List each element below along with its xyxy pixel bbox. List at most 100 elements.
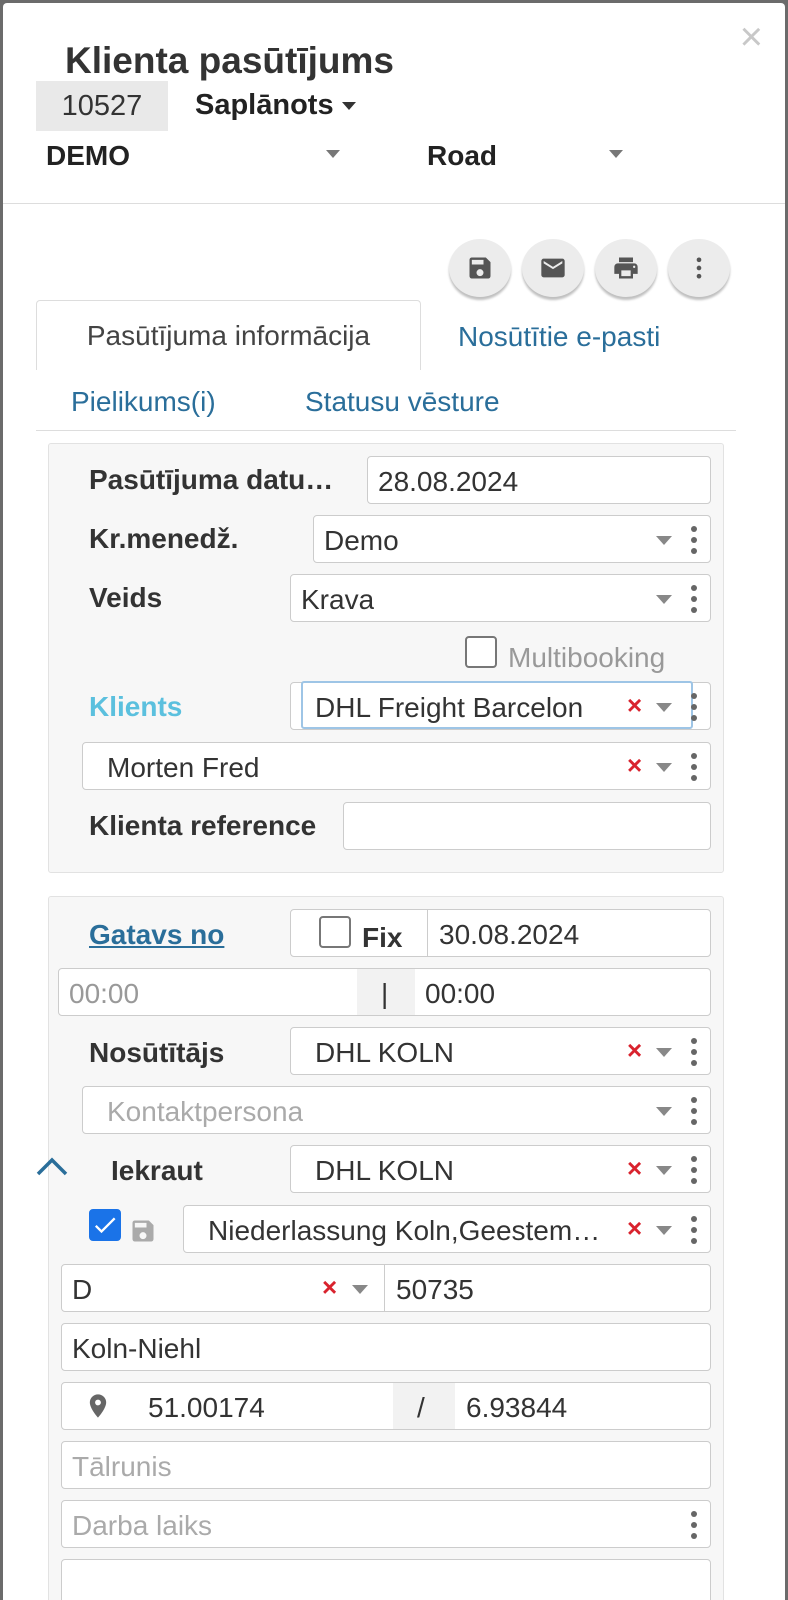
type-label: Veids [89, 582, 163, 613]
time-separator: | [381, 978, 389, 1009]
multibooking-label: Multibooking [508, 642, 666, 673]
chevron-down-icon[interactable] [656, 1107, 672, 1116]
page-title: Klienta pasūtījums [65, 40, 394, 81]
coord-separator: / [417, 1392, 425, 1423]
fix-checkbox[interactable] [319, 916, 351, 948]
manager-select[interactable]: Demo [313, 515, 711, 563]
clear-icon[interactable]: × [627, 1213, 642, 1244]
save-button[interactable] [449, 239, 511, 297]
more-vertical-icon[interactable] [691, 585, 697, 613]
next-field[interactable] [61, 1559, 711, 1600]
order-info-panel: Pasūtījuma datu… 28.08.2024 Kr.menedž. D… [48, 443, 724, 873]
postcode-value[interactable]: 50735 [396, 1274, 474, 1306]
status-dropdown[interactable]: Saplānots [195, 89, 356, 122]
ready-date-value[interactable]: 30.08.2024 [439, 919, 579, 951]
latitude-value[interactable]: 51.00174 [148, 1392, 265, 1424]
clear-icon[interactable]: × [627, 1153, 642, 1184]
email-button[interactable] [522, 239, 584, 297]
clear-icon[interactable]: × [322, 1272, 337, 1303]
check-icon [94, 1217, 116, 1234]
client-select[interactable]: DHL Freight Barcelon × [290, 681, 711, 730]
more-vertical-icon[interactable] [691, 1216, 697, 1244]
print-button[interactable] [595, 239, 657, 297]
more-vertical-icon [696, 257, 702, 279]
more-button[interactable] [668, 239, 730, 297]
client-ref-input[interactable] [343, 802, 711, 850]
divider [384, 1265, 385, 1311]
working-hours-placeholder: Darba laiks [72, 1510, 213, 1541]
more-vertical-icon[interactable] [691, 526, 697, 554]
more-vertical-icon[interactable] [691, 753, 697, 781]
loading-panel: Gatavs no Fix 30.08.2024 00:00 | 00:00 N… [36, 896, 724, 1600]
chevron-down-icon [341, 102, 356, 111]
order-number: 10527 [36, 81, 168, 131]
tab-status-history[interactable]: Statusu vēsture [305, 386, 500, 418]
address-select[interactable]: Niederlassung Koln,Geestem… × [183, 1205, 711, 1253]
country-postcode-group: D × 50735 [61, 1264, 711, 1312]
more-vertical-icon[interactable] [691, 1097, 697, 1125]
more-vertical-icon[interactable] [691, 1156, 697, 1184]
working-hours-input[interactable]: Darba laiks [61, 1500, 711, 1548]
close-icon[interactable]: × [740, 17, 763, 57]
client-ref-label: Klienta reference [89, 810, 317, 841]
chevron-down-icon[interactable] [656, 703, 672, 712]
clear-icon[interactable]: × [627, 690, 642, 721]
phone-input[interactable]: Tālrunis [61, 1441, 711, 1489]
longitude-value[interactable]: 6.93844 [466, 1392, 567, 1424]
contact-person-select[interactable]: Kontaktpersona [82, 1086, 711, 1134]
ready-from-link[interactable]: Gatavs no [89, 919, 224, 951]
order-modal: × Klienta pasūtījums 10527 Saplānots DEM… [3, 3, 785, 1600]
order-date-value: 28.08.2024 [378, 466, 519, 497]
order-date-field[interactable]: 28.08.2024 [367, 456, 711, 504]
ready-date-group: Fix 30.08.2024 [290, 909, 711, 957]
tab-sent-emails[interactable]: Nosūtītie e-pasti [458, 321, 660, 353]
client-label: Klients [89, 691, 183, 722]
chevron-down-icon[interactable] [326, 150, 340, 158]
printer-icon [614, 257, 638, 279]
chevron-up-icon[interactable] [35, 1155, 69, 1177]
clear-icon[interactable]: × [627, 750, 642, 781]
clear-icon[interactable]: × [627, 1035, 642, 1066]
load-label: Iekraut [111, 1155, 203, 1186]
chevron-down-icon[interactable] [656, 1226, 672, 1235]
tab-order-info[interactable]: Pasūtījuma informācija [36, 300, 421, 370]
chevron-down-icon[interactable] [656, 595, 672, 604]
address-checkbox[interactable] [89, 1209, 121, 1241]
client-value: DHL Freight Barcelon [315, 692, 584, 723]
address-value: Niederlassung Koln,Geestem… [208, 1215, 601, 1246]
transport-select[interactable]: Road [427, 140, 497, 172]
time-range-group: 00:00 | 00:00 [58, 968, 711, 1016]
chevron-down-icon[interactable] [352, 1285, 368, 1294]
map-pin-icon[interactable] [84, 1392, 112, 1420]
shipper-select[interactable]: DHL KOLN × [290, 1027, 711, 1075]
city-input[interactable]: Koln-Niehl [61, 1323, 711, 1371]
company-select[interactable]: DEMO [46, 140, 130, 172]
more-vertical-icon[interactable] [691, 1038, 697, 1066]
chevron-down-icon[interactable] [656, 763, 672, 772]
country-value[interactable]: D [72, 1274, 92, 1306]
chevron-down-icon[interactable] [656, 1166, 672, 1175]
time-to[interactable]: 00:00 [425, 978, 495, 1010]
manager-label: Kr.menedž. [89, 523, 239, 554]
type-value: Krava [301, 584, 375, 615]
more-vertical-icon[interactable] [691, 693, 697, 721]
tab-attachments[interactable]: Pielikums(i) [71, 386, 216, 418]
contact-person-placeholder: Kontaktpersona [107, 1096, 304, 1127]
chevron-down-icon[interactable] [609, 150, 623, 158]
save-icon [469, 257, 491, 279]
fix-label: Fix [362, 922, 403, 953]
contact-select[interactable]: Morten Fred × [82, 742, 711, 790]
contact-value: Morten Fred [107, 752, 260, 783]
header-divider [3, 203, 785, 204]
save-address-icon[interactable] [129, 1217, 157, 1245]
envelope-icon [541, 258, 565, 278]
multibooking-checkbox[interactable] [465, 636, 497, 668]
load-select[interactable]: DHL KOLN × [290, 1145, 711, 1193]
type-select[interactable]: Krava [290, 574, 711, 622]
manager-value: Demo [324, 525, 399, 556]
chevron-down-icon[interactable] [656, 536, 672, 545]
chevron-down-icon[interactable] [656, 1048, 672, 1057]
shipper-label: Nosūtītājs [89, 1037, 225, 1068]
more-vertical-icon[interactable] [691, 1511, 697, 1539]
time-from[interactable]: 00:00 [69, 978, 139, 1010]
